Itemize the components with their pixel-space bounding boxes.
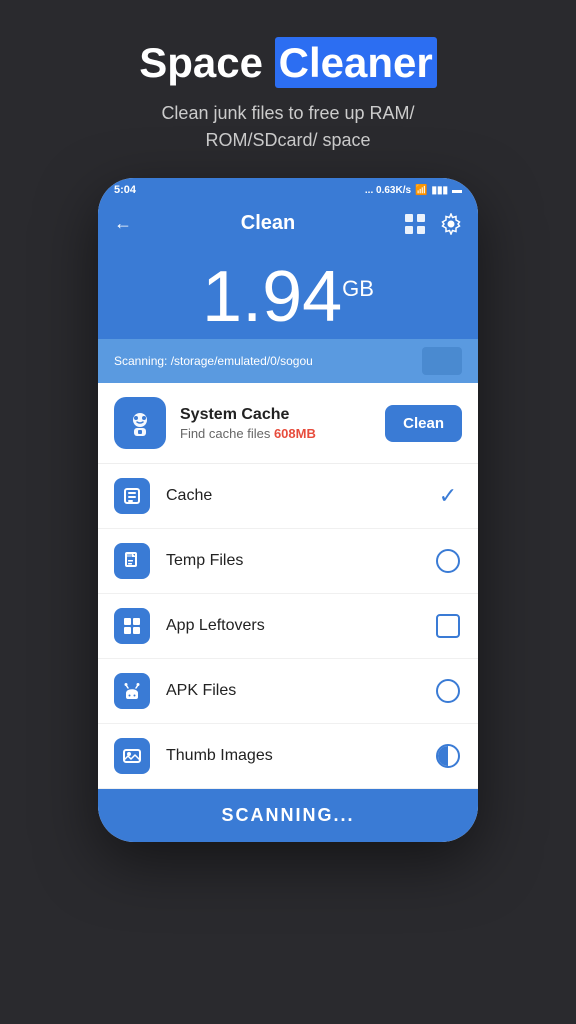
subtitle: Clean junk files to free up RAM/ROM/SDca… bbox=[139, 100, 437, 154]
thumb-label: Thumb Images bbox=[166, 747, 434, 765]
list-item-apk: APK Files bbox=[98, 659, 478, 724]
apk-checkbox[interactable] bbox=[434, 677, 462, 705]
apk-list-icon bbox=[114, 673, 150, 709]
list-item-temp: Temp Files bbox=[98, 529, 478, 594]
status-time: 5:04 bbox=[114, 184, 136, 196]
storage-number: 1.94GB bbox=[202, 257, 374, 337]
cache-info: System Cache Find cache files 608MB bbox=[180, 406, 385, 441]
apk-circle-icon bbox=[436, 679, 460, 703]
back-icon[interactable]: ← bbox=[114, 213, 132, 234]
half-icon bbox=[436, 744, 460, 768]
battery-icon: ▬ bbox=[452, 185, 462, 196]
list-item-thumb: Thumb Images bbox=[98, 724, 478, 789]
thumb-list-icon bbox=[114, 738, 150, 774]
leftovers-checkbox[interactable] bbox=[434, 612, 462, 640]
status-bar: 5:04 ... 0.63K/s 📶 ▮▮▮ ▬ bbox=[98, 178, 478, 202]
circle-icon bbox=[436, 549, 460, 573]
temp-checkbox[interactable] bbox=[434, 547, 462, 575]
top-nav: ← Clean bbox=[98, 202, 478, 251]
nav-title: Clean bbox=[241, 212, 295, 235]
nav-icons bbox=[404, 213, 462, 235]
apk-label: APK Files bbox=[166, 682, 434, 700]
clean-button[interactable]: Clean bbox=[385, 405, 462, 442]
system-cache-card: System Cache Find cache files 608MB Clea… bbox=[98, 383, 478, 464]
cache-icon-box bbox=[114, 397, 166, 449]
scanning-text: Scanning: /storage/emulated/0/sogou bbox=[114, 354, 313, 368]
grid-icon[interactable] bbox=[404, 213, 426, 235]
cache-list-icon bbox=[114, 478, 150, 514]
thumb-checkbox[interactable] bbox=[434, 742, 462, 770]
status-right: ... 0.63K/s 📶 ▮▮▮ ▬ bbox=[365, 185, 462, 196]
storage-display: 1.94GB bbox=[98, 251, 478, 339]
phone-mockup: 5:04 ... 0.63K/s 📶 ▮▮▮ ▬ ← Clean bbox=[98, 178, 478, 842]
storage-unit: GB bbox=[342, 276, 374, 301]
title-highlight: Cleaner bbox=[275, 37, 437, 88]
main-title: Space Cleaner bbox=[139, 40, 437, 86]
temp-label: Temp Files bbox=[166, 552, 434, 570]
content-area: System Cache Find cache files 608MB Clea… bbox=[98, 383, 478, 789]
cache-title: System Cache bbox=[180, 406, 385, 424]
cache-subtitle: Find cache files 608MB bbox=[180, 426, 385, 441]
signal-icon: ▮▮▮ bbox=[431, 185, 448, 196]
settings-icon[interactable] bbox=[440, 213, 462, 235]
cache-size: 608MB bbox=[274, 426, 316, 441]
square-icon bbox=[436, 614, 460, 638]
storage-value: 1.94GB bbox=[98, 261, 478, 333]
scan-progress-box bbox=[422, 347, 462, 375]
title-part2: Cleaner bbox=[279, 39, 433, 86]
scanning-bar: Scanning: /storage/emulated/0/sogou bbox=[98, 339, 478, 383]
temp-list-icon bbox=[114, 543, 150, 579]
title-part1: Space bbox=[139, 39, 274, 86]
checked-icon: ✓ bbox=[439, 483, 457, 509]
leftovers-list-icon bbox=[114, 608, 150, 644]
list-item-cache: Cache ✓ bbox=[98, 464, 478, 529]
scanning-button[interactable]: SCANNING... bbox=[98, 789, 478, 842]
header-section: Space Cleaner Clean junk files to free u… bbox=[99, 0, 477, 178]
cache-checkbox[interactable]: ✓ bbox=[434, 482, 462, 510]
leftovers-label: App Leftovers bbox=[166, 617, 434, 635]
storage-number-value: 1.94 bbox=[202, 257, 342, 337]
list-item-leftovers: App Leftovers bbox=[98, 594, 478, 659]
cache-label: Cache bbox=[166, 487, 434, 505]
wifi-icon: 📶 bbox=[415, 185, 427, 196]
network-speed: ... 0.63K/s bbox=[365, 185, 411, 196]
